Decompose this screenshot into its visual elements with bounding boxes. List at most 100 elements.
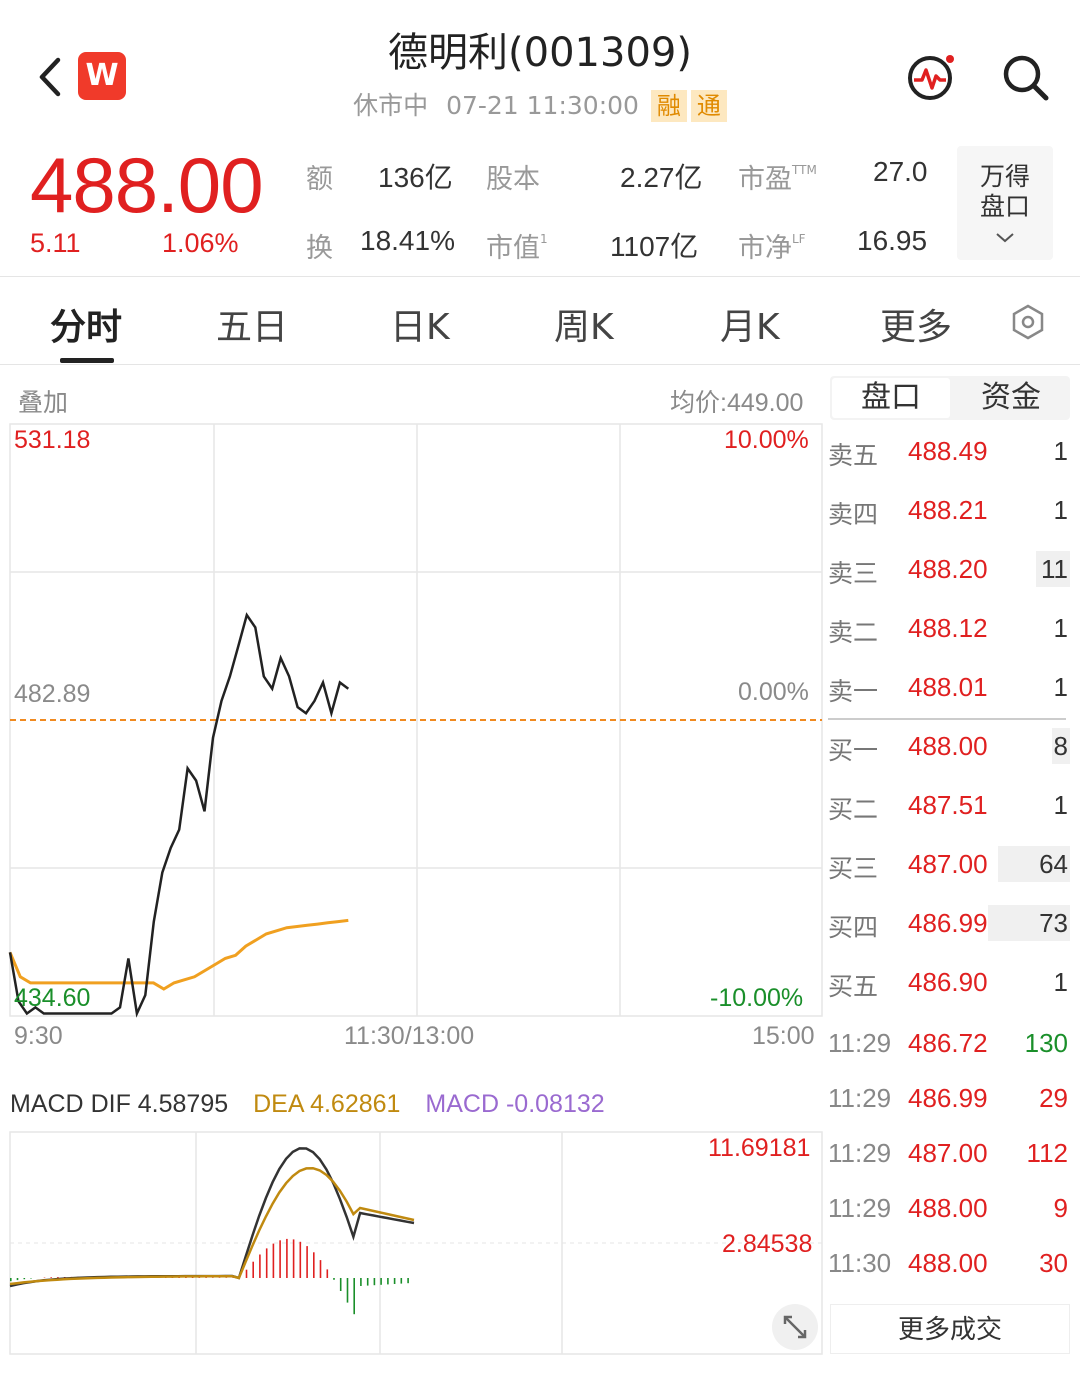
intraday-chart[interactable] bbox=[0, 420, 826, 1020]
macd-bar bbox=[292, 1239, 295, 1278]
macd-bar bbox=[353, 1278, 355, 1315]
macd-bar bbox=[319, 1260, 322, 1278]
wind-orderbook-button[interactable]: 万得 盘口 bbox=[957, 146, 1053, 260]
tab-capital[interactable]: 资金 bbox=[952, 376, 1070, 420]
macd-bar bbox=[10, 1278, 12, 1282]
bid-row[interactable]: 买四 486.99 73 bbox=[828, 905, 1070, 948]
wind-box-line2: 盘口 bbox=[979, 192, 1030, 221]
tab-more[interactable]: 更多 bbox=[880, 298, 952, 350]
settings-hexagon-icon bbox=[1012, 304, 1044, 340]
tab-weekly-k[interactable]: 周K bbox=[554, 298, 614, 350]
macd-bar bbox=[272, 1243, 275, 1278]
price-change-pct: 1.06% bbox=[162, 228, 239, 258]
macd-bar bbox=[387, 1278, 389, 1285]
stat-value-amount: 136亿 bbox=[378, 162, 453, 193]
macd-chart[interactable] bbox=[0, 1130, 826, 1360]
ask-row[interactable]: 卖三 488.20 11 bbox=[828, 551, 1070, 594]
tab-five-day[interactable]: 五日 bbox=[216, 298, 288, 350]
macd-axis-mid: 2.84538 bbox=[722, 1230, 813, 1258]
macd-bar bbox=[333, 1278, 335, 1280]
axis-high-price: 531.18 bbox=[14, 426, 91, 454]
macd-bar bbox=[313, 1252, 315, 1278]
search-icon bbox=[1003, 55, 1049, 101]
stat-value-turnover: 18.41% bbox=[360, 225, 455, 256]
bid-row[interactable]: 买二 487.51 1 bbox=[828, 790, 1070, 830]
quote-datetime: 07-21 11:30:00 bbox=[446, 91, 639, 120]
bid-row[interactable]: 买一 488.00 8 bbox=[828, 728, 1070, 771]
stat-label-shares: 股本 bbox=[486, 164, 540, 195]
ask-row[interactable]: 卖四 488.21 1 bbox=[828, 495, 1070, 535]
pulse-button[interactable] bbox=[906, 52, 958, 102]
stat-label-pb: 市净LF bbox=[738, 232, 806, 264]
macd-bar bbox=[380, 1278, 382, 1285]
tab-daily-k[interactable]: 日K bbox=[390, 298, 450, 350]
chevron-down-icon bbox=[996, 233, 1014, 243]
avg-price-label: 均价:449.00 bbox=[670, 389, 804, 417]
macd-bar bbox=[245, 1269, 248, 1278]
search-button[interactable] bbox=[1000, 52, 1050, 102]
stat-label-pe: 市盈TTM bbox=[738, 163, 817, 195]
margin-tag: 融 bbox=[650, 90, 687, 122]
macd-bar bbox=[339, 1278, 342, 1291]
macd-dif-line bbox=[9, 1147, 415, 1288]
ask-row[interactable]: 卖二 488.12 1 bbox=[828, 613, 1070, 653]
more-trades-button[interactable]: 更多成交 bbox=[830, 1304, 1070, 1354]
expand-icon bbox=[783, 1315, 807, 1339]
axis-mid-price: 482.89 bbox=[14, 680, 91, 708]
macd-bar bbox=[259, 1254, 261, 1278]
tab-monthly-k[interactable]: 月K bbox=[720, 298, 780, 350]
macd-bar bbox=[16, 1278, 19, 1281]
macd-bar bbox=[366, 1278, 369, 1286]
tab-orderbook[interactable]: 盘口 bbox=[832, 378, 950, 418]
trade-row: 11:30 488.00 30 bbox=[828, 1248, 1068, 1278]
macd-axis-top: 11.69181 bbox=[708, 1134, 811, 1162]
macd-title: MACD bbox=[10, 1090, 84, 1118]
side-tabs: 盘口 资金 bbox=[830, 376, 1070, 420]
macd-bar bbox=[252, 1261, 254, 1278]
macd-dea-line bbox=[9, 1166, 415, 1286]
price-change: 5.11 bbox=[30, 228, 81, 258]
chart-settings-button[interactable] bbox=[1008, 302, 1048, 342]
trade-row: 11:29 486.72 130 bbox=[828, 1028, 1068, 1058]
stat-label-mktcap: 市值1 bbox=[486, 232, 548, 264]
macd-dif: DIF 4.58795 bbox=[90, 1090, 229, 1118]
stat-label-amount: 额 bbox=[306, 164, 333, 195]
pulse-icon bbox=[908, 55, 954, 100]
macd-bar bbox=[23, 1278, 26, 1280]
axis-low-pct: -10.00% bbox=[710, 984, 804, 1012]
ask-row[interactable]: 卖五 488.49 1 bbox=[828, 436, 1070, 476]
stat-value-pe: 27.0 bbox=[873, 156, 928, 187]
macd-value: MACD -0.08132 bbox=[425, 1090, 605, 1118]
macd-bar bbox=[306, 1246, 308, 1278]
market-status: 休市中 bbox=[353, 91, 429, 120]
overlay-button[interactable]: 叠加 bbox=[18, 383, 68, 419]
fullscreen-button[interactable] bbox=[772, 1304, 818, 1350]
macd-legend: MACD DIF 4.58795 DEA 4.62861 MACD -0.081… bbox=[10, 1090, 605, 1119]
macd-bar bbox=[299, 1241, 302, 1278]
macd-bar bbox=[50, 1277, 52, 1278]
axis-high-pct: 10.00% bbox=[724, 426, 809, 454]
divider bbox=[0, 364, 1080, 365]
macd-bar bbox=[360, 1278, 362, 1286]
macd-bar bbox=[286, 1238, 288, 1278]
stat-label-turnover: 换 bbox=[306, 233, 333, 264]
trade-row: 11:29 488.00 9 bbox=[828, 1193, 1068, 1223]
last-price: 488.00 bbox=[30, 141, 264, 229]
macd-bar bbox=[393, 1278, 396, 1284]
axis-mid-pct: 0.00% bbox=[738, 678, 809, 706]
bid-row[interactable]: 买五 486.90 1 bbox=[828, 967, 1070, 1007]
tab-intraday[interactable]: 分时 bbox=[50, 298, 122, 350]
orderbook-divider bbox=[828, 718, 1066, 720]
trade-row: 11:29 487.00 112 bbox=[828, 1138, 1068, 1168]
ask-row[interactable]: 卖一 488.01 1 bbox=[828, 672, 1070, 712]
stat-value-mktcap: 1107亿 bbox=[610, 231, 699, 262]
trade-row: 11:29 486.99 29 bbox=[828, 1083, 1068, 1113]
axis-low-price: 434.60 bbox=[14, 984, 91, 1012]
macd-bar bbox=[279, 1240, 281, 1278]
bid-row[interactable]: 买三 487.00 64 bbox=[828, 846, 1070, 889]
active-tab-indicator bbox=[60, 358, 114, 363]
wind-box-line1: 万得 bbox=[979, 162, 1030, 191]
time-open: 9:30 bbox=[14, 1022, 63, 1050]
time-midday: 11:30/13:00 bbox=[344, 1022, 475, 1050]
macd-bar bbox=[346, 1278, 349, 1303]
